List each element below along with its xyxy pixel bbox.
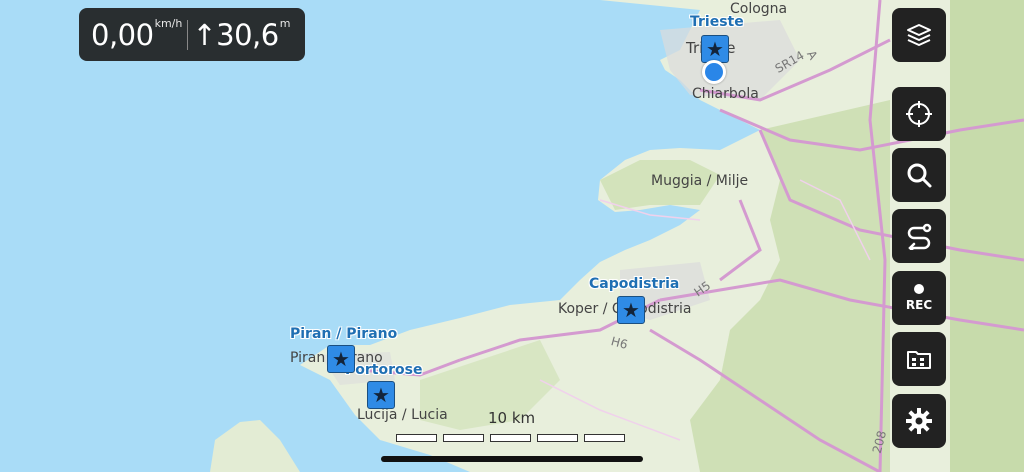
layers-button[interactable] — [892, 8, 946, 62]
poi-marker-piran[interactable]: ★ — [327, 345, 355, 373]
rec-icon — [914, 284, 924, 294]
settings-button[interactable] — [892, 394, 946, 448]
layers-icon — [907, 24, 931, 46]
record-label: REC — [905, 298, 933, 312]
poi-marker-trieste[interactable]: ★ — [701, 35, 729, 63]
forest-area — [950, 0, 1024, 472]
place-label-muggia: Muggia / Milje — [651, 173, 749, 189]
speed-unit: km/h — [154, 17, 183, 30]
speed-value: 0,00 — [91, 17, 154, 52]
divider — [187, 19, 189, 50]
folder-icon — [907, 351, 931, 369]
scale-label: 10 km — [488, 409, 536, 427]
altitude-arrow: ↑ — [192, 17, 217, 52]
route-icon — [907, 223, 932, 250]
speed-altitude-panel: 0,00 km/h ↑ 30,6 m — [79, 8, 305, 61]
gear-icon — [906, 408, 932, 434]
place-label-lucija: Lucija / Lucia — [357, 407, 448, 423]
poi-label-capodistria: Capodistria — [589, 276, 680, 292]
scale-bar — [396, 434, 625, 442]
search-icon — [907, 163, 932, 188]
map-canvas[interactable] — [0, 0, 1024, 472]
poi-label-portorose: Portorose — [345, 362, 423, 378]
poi-marker-portorose[interactable]: ★ — [367, 381, 395, 409]
poi-marker-capodistria[interactable]: ★ — [617, 296, 645, 324]
home-indicator[interactable] — [381, 456, 643, 462]
star-icon: ★ — [372, 383, 390, 407]
star-icon: ★ — [622, 298, 640, 322]
place-label-chiarbola: Chiarbola — [692, 86, 759, 102]
record-button[interactable]: REC — [892, 271, 946, 325]
altitude-value: 30,6 — [216, 17, 279, 52]
star-icon: ★ — [332, 347, 350, 371]
poi-label-piran: Piran / Pirano — [290, 326, 398, 342]
current-location-dot — [702, 60, 726, 84]
poi-label-trieste: Trieste — [690, 14, 744, 30]
altitude-unit: m — [279, 17, 291, 30]
locate-button[interactable] — [892, 87, 946, 141]
files-button[interactable] — [892, 332, 946, 386]
search-button[interactable] — [892, 148, 946, 202]
route-button[interactable] — [892, 209, 946, 263]
star-icon: ★ — [706, 37, 724, 61]
crosshair-icon — [906, 101, 932, 127]
